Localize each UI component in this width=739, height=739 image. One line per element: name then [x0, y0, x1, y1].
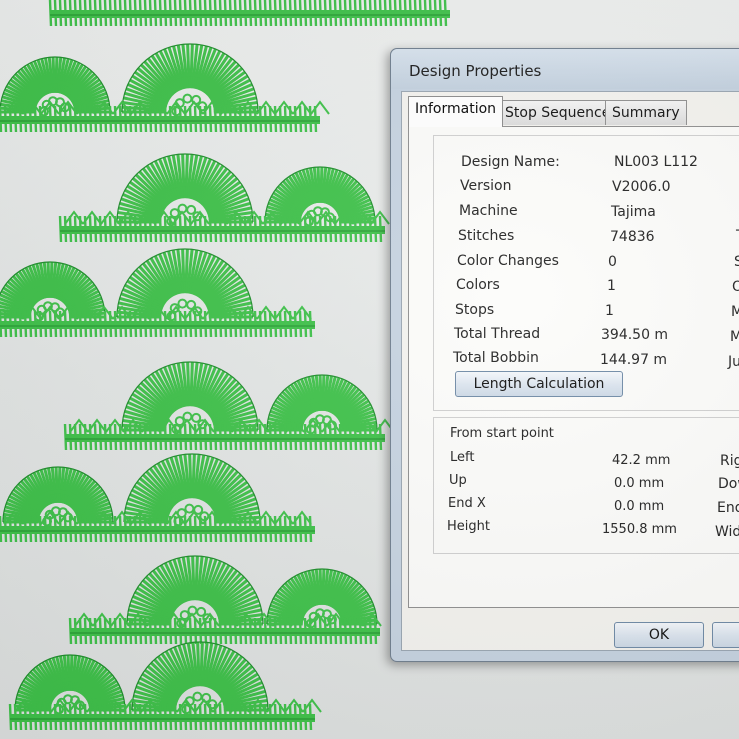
height-value: 1550.8 mm — [602, 522, 677, 537]
total-thread-value: 394.50 m — [601, 327, 669, 343]
total-bobbin-value: 144.97 m — [600, 352, 668, 368]
ok-button[interactable]: OK — [614, 622, 704, 648]
design-properties-dialog: Design Properties Information Stop Seque… — [390, 48, 739, 662]
stitches-label: Stitches — [458, 228, 515, 244]
design-name-label: Design Name: — [461, 154, 560, 170]
stitches-value: 74836 — [610, 229, 655, 245]
start-point-heading: From start point — [450, 426, 554, 441]
stops-label: Stops — [455, 302, 495, 318]
start-point-group: From start point Left 42.2 mm Up 0.0 mm … — [433, 417, 739, 554]
right-cut-label: O — [732, 279, 739, 295]
cancel-button-partial[interactable] — [712, 622, 739, 648]
right-cut-label: Mi — [730, 329, 739, 345]
up-value: 0.0 mm — [614, 476, 665, 491]
design-info-group: Design Name: NL003 L112 Version V2006.0 … — [433, 135, 739, 411]
height-label: Height — [447, 519, 490, 534]
tab-information[interactable]: Information — [408, 96, 504, 127]
color-changes-label: Color Changes — [457, 253, 559, 269]
version-label: Version — [460, 178, 512, 194]
total-bobbin-label: Total Bobbin — [453, 350, 539, 366]
right-cut-label: Widt — [715, 524, 739, 540]
right-cut-label: End — [717, 500, 739, 516]
machine-label: Machine — [459, 203, 518, 219]
tab-summary[interactable]: Summary — [605, 100, 687, 125]
left-label: Left — [450, 450, 475, 465]
up-label: Up — [449, 473, 467, 488]
tab-stop-sequence[interactable]: Stop Sequence — [498, 100, 618, 125]
right-cut-label: Dow — [718, 476, 739, 492]
right-cut-label: M — [731, 304, 739, 320]
end-x-label: End X — [448, 496, 486, 511]
stops-value: 1 — [605, 303, 614, 319]
dialog-client-area: Information Stop Sequence Summary Design… — [401, 91, 739, 651]
right-cut-label: Jur — [728, 354, 739, 370]
information-panel: Design Name: NL003 L112 Version V2006.0 … — [408, 126, 739, 608]
design-name-value: NL003 L112 — [614, 154, 698, 170]
end-x-value: 0.0 mm — [614, 499, 665, 514]
colors-label: Colors — [456, 277, 500, 293]
right-cut-label: S — [734, 254, 739, 270]
dialog-titlebar[interactable]: Design Properties — [391, 49, 739, 89]
total-thread-label: Total Thread — [454, 326, 541, 342]
color-changes-value: 0 — [608, 254, 617, 270]
right-cut-label: Righ — [720, 453, 739, 469]
machine-value: Tajima — [611, 204, 656, 220]
left-value: 42.2 mm — [612, 453, 671, 468]
version-value: V2006.0 — [612, 179, 671, 195]
dialog-title: Design Properties — [409, 62, 542, 80]
colors-value: 1 — [607, 278, 616, 294]
length-calculation-button[interactable]: Length Calculation — [455, 371, 623, 397]
